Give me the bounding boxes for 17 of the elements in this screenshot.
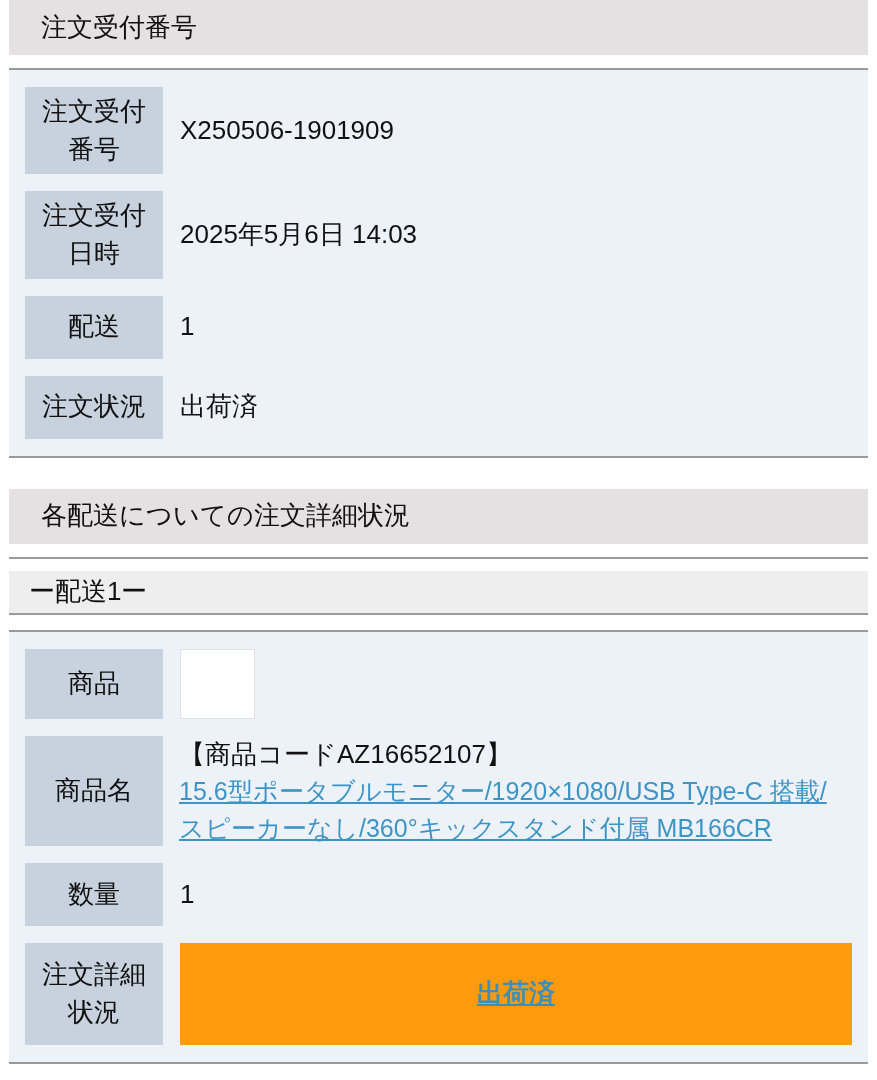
- field-label: 配送: [25, 295, 163, 359]
- field-value: 出荷済: [179, 390, 258, 424]
- product-code: 【商品コードAZ16652107】: [179, 737, 513, 771]
- field-label: 注文状況: [25, 375, 163, 439]
- field-label: 商品: [25, 648, 163, 719]
- field-value: X250506-1901909: [179, 113, 394, 147]
- status-button[interactable]: 出荷済: [180, 942, 852, 1045]
- field-value: 1: [179, 310, 195, 344]
- field-label: 商品名: [25, 735, 163, 846]
- field-label: 注文受付番号: [25, 87, 163, 175]
- product-link[interactable]: 15.6型ポータブルモニター/1920×1080/USB Type-C 搭載/スピーカーなし/360°キックスタンド付属 MB166CR: [179, 773, 852, 846]
- shipment-header: ー配送1ー: [9, 570, 868, 615]
- field-label: 注文受付日時: [25, 191, 163, 279]
- field-value: 2025年5月6日 14:03: [179, 218, 418, 252]
- field-value: 1: [179, 877, 195, 911]
- field-label: 注文詳細状況: [25, 942, 163, 1045]
- field-label: 数量: [25, 862, 163, 926]
